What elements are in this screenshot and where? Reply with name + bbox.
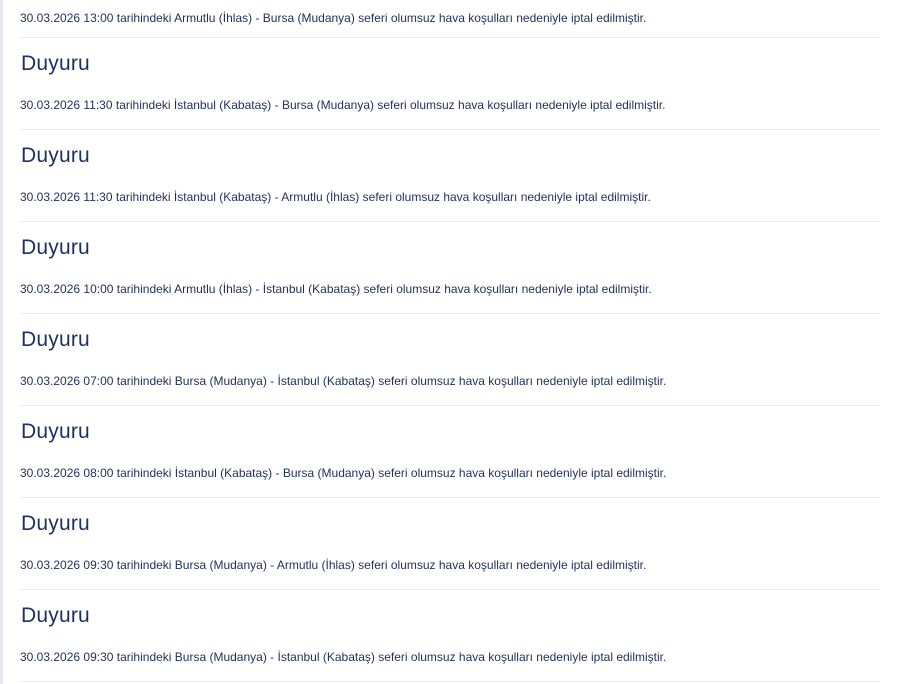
announcement-text: 30.03.2026 13:00 tarihindeki Armutlu (İh… — [20, 0, 880, 38]
announcement-title: Duyuru — [21, 52, 90, 75]
announcement-item: Duyuru 30.03.2026 08:00 tarihindeki İsta… — [20, 406, 880, 498]
announcement-feed: 30.03.2026 13:00 tarihindeki Armutlu (İh… — [20, 0, 880, 682]
announcement-text: 30.03.2026 11:30 tarihindeki İstanbul (K… — [20, 190, 651, 204]
announcement-title: Duyuru — [21, 604, 90, 627]
announcement-title: Duyuru — [21, 236, 90, 259]
announcement-title: Duyuru — [21, 328, 90, 351]
announcement-item: Duyuru 30.03.2026 09:30 tarihindeki Burs… — [20, 498, 880, 590]
announcement-item: Duyuru 30.03.2026 10:00 tarihindeki Armu… — [20, 222, 880, 314]
announcement-item: Duyuru 30.03.2026 11:30 tarihindeki İsta… — [20, 38, 880, 130]
announcement-text: 30.03.2026 09:30 tarihindeki Bursa (Muda… — [20, 650, 667, 664]
announcement-title: Duyuru — [21, 512, 90, 535]
announcement-title: Duyuru — [21, 144, 90, 167]
announcement-text: 30.03.2026 08:00 tarihindeki İstanbul (K… — [20, 466, 667, 480]
announcement-title: Duyuru — [21, 420, 90, 443]
announcement-item: Duyuru 30.03.2026 11:30 tarihindeki İsta… — [20, 130, 880, 222]
announcement-item: Duyuru 30.03.2026 09:30 tarihindeki Burs… — [20, 590, 880, 682]
announcement-text: 30.03.2026 09:30 tarihindeki Bursa (Muda… — [20, 558, 647, 572]
announcement-text: 30.03.2026 07:00 tarihindeki Bursa (Muda… — [20, 374, 667, 388]
announcement-item: Duyuru 30.03.2026 07:00 tarihindeki Burs… — [20, 314, 880, 406]
left-border — [0, 0, 3, 684]
announcement-text: 30.03.2026 10:00 tarihindeki Armutlu (İh… — [20, 282, 652, 296]
announcement-text: 30.03.2026 11:30 tarihindeki İstanbul (K… — [20, 98, 666, 112]
